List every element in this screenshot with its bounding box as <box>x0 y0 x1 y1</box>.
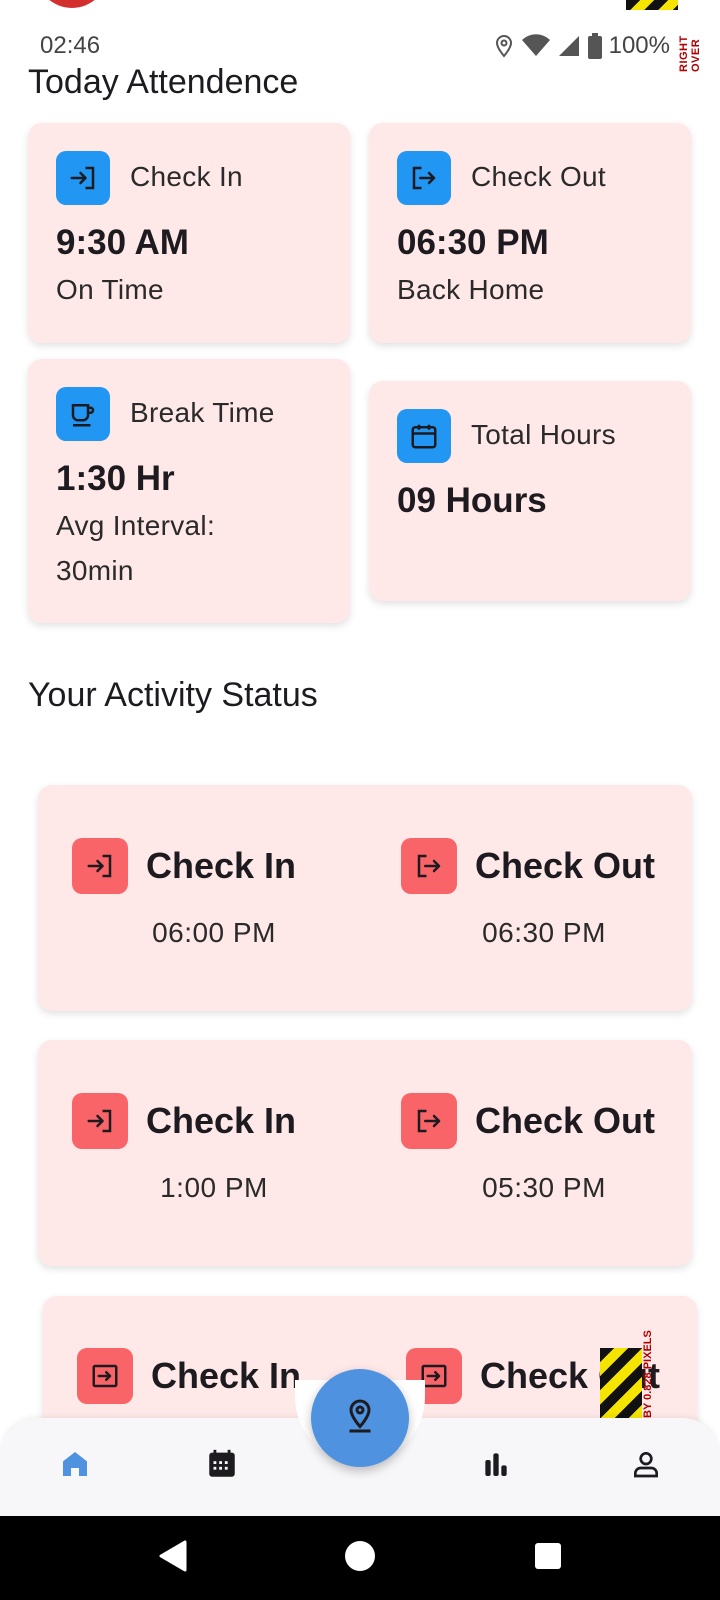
nav-profile[interactable] <box>626 1446 666 1486</box>
check-out-card[interactable]: Check Out 06:30 PM Back Home <box>369 123 691 343</box>
wifi-icon <box>521 34 551 58</box>
check-in-card[interactable]: Check In 9:30 AM On Time <box>28 123 350 343</box>
activity-check-in-time: 06:00 PM <box>152 917 276 948</box>
battery-level: 100% <box>608 32 670 59</box>
total-hours-label: Total Hours <box>471 419 616 450</box>
debug-overflow-stripe-bottom <box>600 1348 642 1418</box>
battery-icon <box>587 33 603 59</box>
home-circle-icon <box>344 1540 376 1577</box>
activity-row[interactable]: Check In 1:00 PM Check Out 05:30 PM <box>38 1040 692 1266</box>
activity-check-out-time: 06:30 PM <box>482 917 606 948</box>
debug-overflow-stripe-top <box>626 0 678 10</box>
login-icon <box>72 1093 128 1149</box>
check-in-label: Check In <box>130 161 243 192</box>
total-hours-value: 09 Hours <box>397 481 547 520</box>
login-icon <box>72 838 128 894</box>
activity-row[interactable]: Check In 06:00 PM Check Out 06:30 PM <box>38 785 692 1011</box>
location-fab[interactable] <box>311 1369 409 1467</box>
location-pin-icon <box>342 1398 378 1439</box>
break-interval-label: Avg Interval: <box>56 510 216 541</box>
status-time: 02:46 <box>40 32 101 59</box>
profile-icon <box>630 1448 662 1485</box>
login-icon <box>56 151 110 205</box>
break-time-card[interactable]: Break Time 1:30 Hr Avg Interval: 30min <box>28 359 350 623</box>
location-status-icon <box>493 34 515 58</box>
bar-chart-icon <box>480 1448 512 1485</box>
activity-status-title: Your Activity Status <box>28 676 318 714</box>
calendar-icon <box>205 1447 239 1486</box>
activity-check-out-time: 05:30 PM <box>482 1172 606 1203</box>
check-in-status: On Time <box>56 274 164 305</box>
today-attendance-title: Today Attendence <box>28 63 299 101</box>
check-out-time: 06:30 PM <box>397 223 549 262</box>
recents-button[interactable] <box>528 1538 568 1578</box>
logout-icon <box>401 1093 457 1149</box>
signal-icon <box>557 34 581 58</box>
activity-check-out-label: Check Out <box>475 1100 656 1141</box>
break-time-label: Break Time <box>130 397 275 428</box>
nav-home[interactable] <box>55 1446 95 1486</box>
calendar-icon <box>397 409 451 463</box>
break-time-value: 1:30 Hr <box>56 459 175 498</box>
activity-check-in-label: Check In <box>146 1100 297 1141</box>
check-in-time: 9:30 AM <box>56 223 189 262</box>
check-out-label: Check Out <box>471 161 606 192</box>
system-navigation-bar <box>0 1516 720 1600</box>
break-interval-value: 30min <box>56 555 134 586</box>
check-out-status: Back Home <box>397 274 545 305</box>
logout-icon <box>401 838 457 894</box>
logout-icon <box>397 151 451 205</box>
nav-calendar[interactable] <box>202 1446 242 1486</box>
activity-check-in-label: Check In <box>151 1355 302 1396</box>
recents-square-icon <box>534 1542 562 1575</box>
home-button[interactable] <box>340 1538 380 1578</box>
back-button[interactable] <box>152 1538 192 1578</box>
avatar-partial <box>36 0 108 8</box>
activity-check-out-label: Check Out <box>475 845 656 886</box>
activity-check-in-label: Check In <box>146 845 297 886</box>
total-hours-card[interactable]: Total Hours 09 Hours <box>369 381 691 601</box>
activity-check-in-time: 1:00 PM <box>160 1172 268 1203</box>
status-bar: 02:46 100% <box>0 28 720 64</box>
nav-stats[interactable] <box>476 1446 516 1486</box>
login-icon <box>77 1348 133 1404</box>
status-icons: 100% <box>493 32 670 60</box>
debug-overflow-label-bottom: BY 0.828 PIXELS <box>642 1330 654 1418</box>
coffee-icon <box>56 387 110 441</box>
back-triangle-icon <box>157 1540 187 1577</box>
home-icon <box>59 1448 91 1485</box>
